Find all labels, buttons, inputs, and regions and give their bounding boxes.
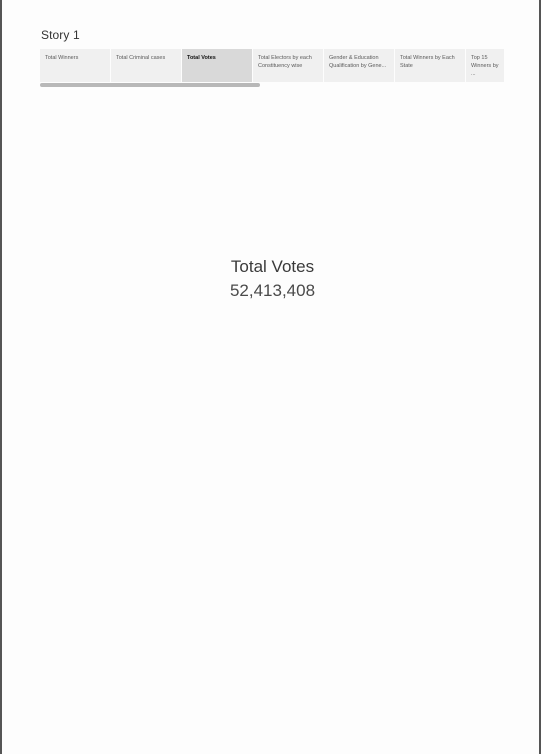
story-tab-total-winners[interactable]: Total Winners: [40, 49, 110, 82]
story-tab-winners-by-state[interactable]: Total Winners by Each State: [395, 49, 465, 82]
story-title: Story 1: [41, 28, 80, 42]
story-tab-total-criminal-cases[interactable]: Total Criminal cases: [111, 49, 181, 82]
story-point-navigator: Total Winners Total Criminal cases Total…: [40, 49, 507, 82]
story-tab-total-electors[interactable]: Total Electors by each Constituency wise: [253, 49, 323, 82]
story-canvas: Story 1 Total Winners Total Criminal cas…: [0, 0, 541, 754]
kpi-label: Total Votes: [230, 257, 315, 276]
story-tab-total-votes[interactable]: Total Votes: [182, 49, 252, 82]
kpi-card: Total Votes 52,413,408: [2, 256, 543, 302]
story-tab-top-15-winners[interactable]: Top 15 Winners by ...: [466, 49, 504, 82]
tabs-scrollbar[interactable]: [40, 83, 260, 87]
kpi-value: 52,413,408: [229, 281, 316, 300]
story-tab-gender-education[interactable]: Gender & Education Qualification by Gene…: [324, 49, 394, 82]
